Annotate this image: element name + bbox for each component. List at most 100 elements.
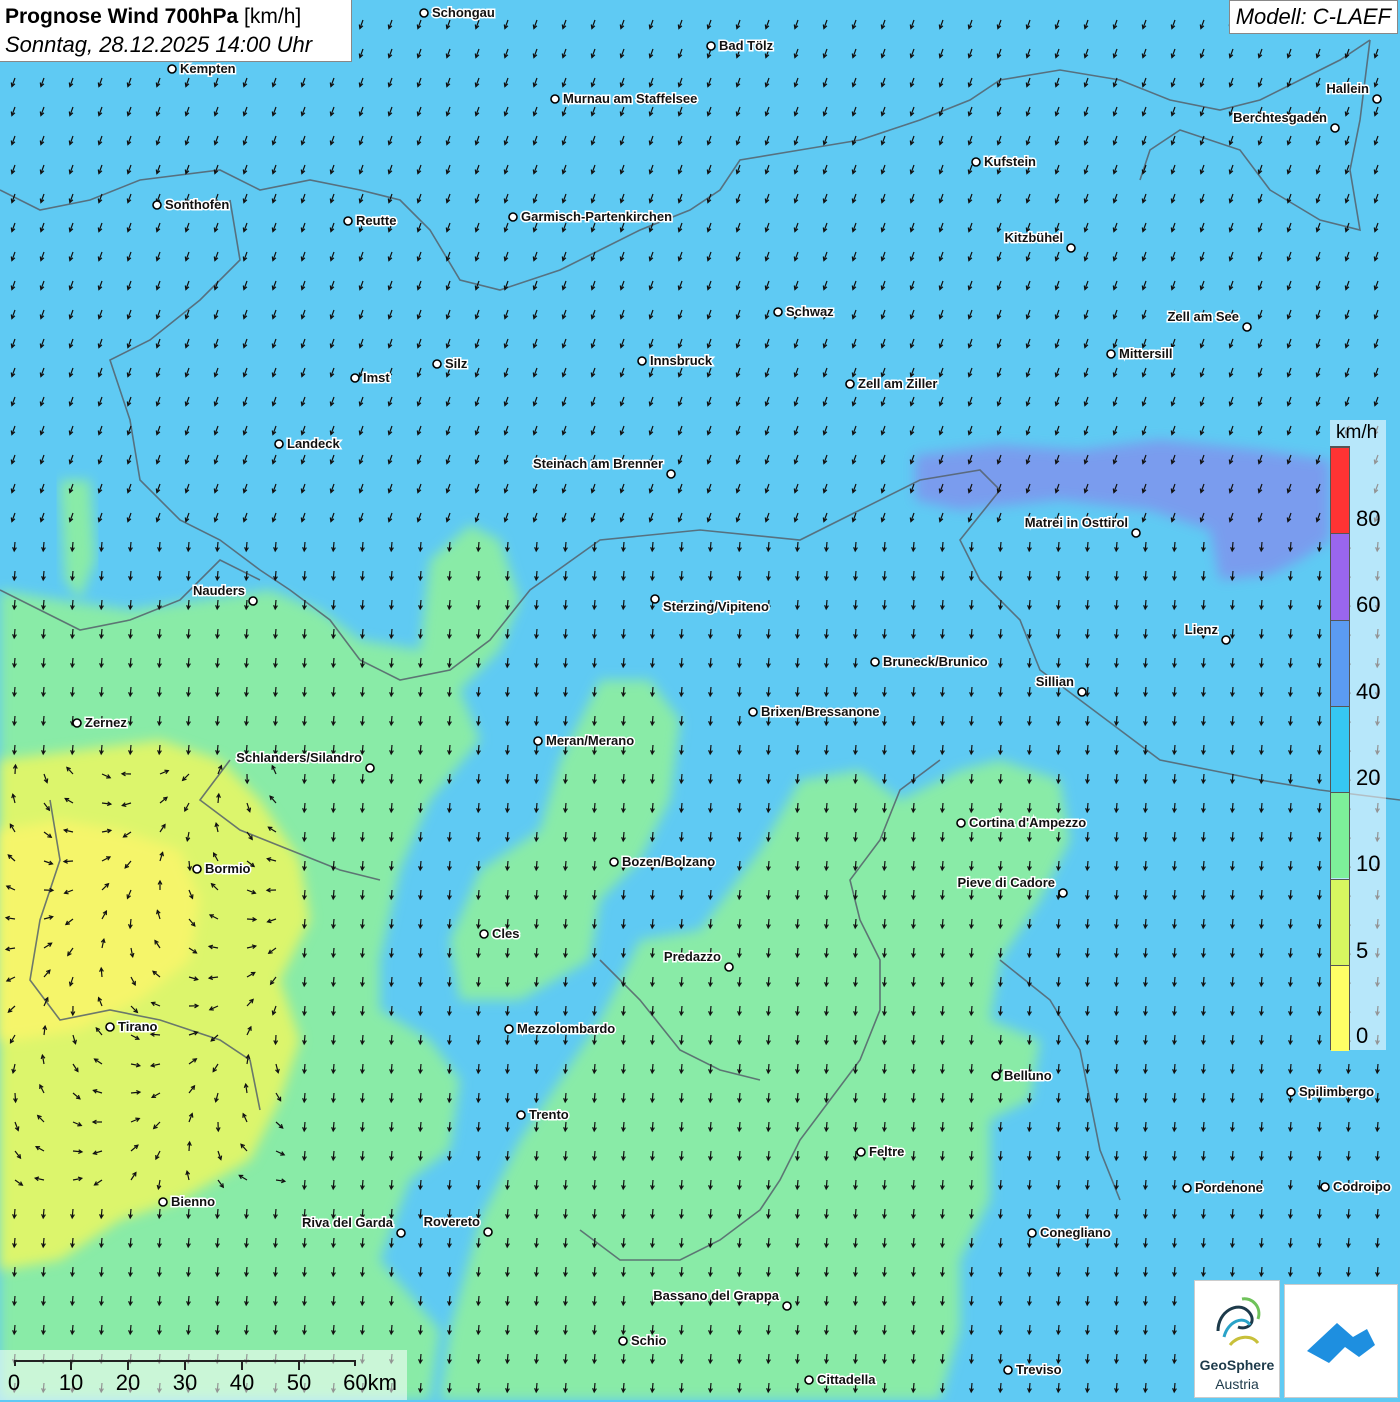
legend-segment (1331, 792, 1349, 878)
scale-label: 10 (59, 1370, 83, 1396)
city-label: Steinach am Brenner (533, 456, 663, 471)
city-label: Silz (445, 356, 468, 371)
city-dot (480, 930, 488, 938)
city-dot (420, 9, 428, 17)
city-label: Bozen/Bolzano (622, 854, 715, 869)
city-dot (749, 708, 757, 716)
city-marker: Bruneck/Brunico (871, 654, 988, 669)
city-label: Rovereto (424, 1214, 480, 1229)
title-unit: [km/h] (244, 5, 301, 28)
city-label: Schlanders/Silandro (236, 750, 362, 765)
city-dot (168, 65, 176, 73)
city-dot (651, 595, 659, 603)
city-label: Cittadella (817, 1372, 876, 1387)
city-dot (106, 1023, 114, 1031)
city-label: Landeck (287, 436, 341, 451)
city-label: Innsbruck (650, 353, 713, 368)
legend-segment (1331, 879, 1349, 965)
scale-tick (298, 1362, 300, 1370)
city-dot (1183, 1184, 1191, 1192)
city-marker: Garmisch-Partenkirchen (509, 209, 672, 224)
geosphere-logo-icon (1208, 1291, 1268, 1355)
city-marker: Zell am Ziller (846, 376, 937, 391)
city-dot (857, 1148, 865, 1156)
city-label: Bassano del Grappa (653, 1288, 779, 1303)
city-label: Zell am Ziller (858, 376, 937, 391)
city-dot (1078, 688, 1086, 696)
city-label: Bormio (205, 861, 251, 876)
city-label: Cles (492, 926, 519, 941)
legend: km/h 806040201050 (1330, 420, 1386, 1050)
city-label: Tirano (118, 1019, 158, 1034)
title-datetime: Sonntag, 28.12.2025 14:00 Uhr (5, 31, 346, 59)
legend-label: 80 (1356, 506, 1380, 532)
scale-label: 30 (173, 1370, 197, 1396)
city-dot (484, 1228, 492, 1236)
scale-label: 50 (287, 1370, 311, 1396)
legend-segment (1331, 447, 1349, 533)
city-dot (972, 158, 980, 166)
legend-label: 0 (1356, 1023, 1368, 1049)
city-label: Bienno (171, 1194, 215, 1209)
city-dot (551, 95, 559, 103)
city-marker: Mezzolombardo (505, 1021, 615, 1036)
city-label: Pordenone (1195, 1180, 1263, 1195)
city-label: Kufstein (984, 154, 1036, 169)
city-marker: Schongau (420, 5, 495, 20)
city-dot (1004, 1366, 1012, 1374)
scale-tick (184, 1362, 186, 1370)
scale-label: 40 (230, 1370, 254, 1396)
city-dot (1373, 95, 1381, 103)
city-label: Murnau am Staffelsee (563, 91, 697, 106)
city-dot (275, 440, 283, 448)
city-dot (610, 858, 618, 866)
legend-label: 60 (1356, 592, 1380, 618)
city-label: Matrei in Osttirol (1025, 515, 1128, 530)
city-dot (619, 1337, 627, 1345)
city-label: Conegliano (1040, 1225, 1111, 1240)
city-marker: Brixen/Bressanone (749, 704, 880, 719)
city-label: Reutte (356, 213, 396, 228)
city-label: Bruneck/Brunico (883, 654, 988, 669)
city-dot (725, 963, 733, 971)
scale-label: 20 (116, 1370, 140, 1396)
city-label: Garmisch-Partenkirchen (521, 209, 672, 224)
city-marker: Conegliano (1028, 1225, 1111, 1240)
city-label: Hallein (1326, 81, 1369, 96)
city-label: Predazzo (664, 949, 721, 964)
map-title: Prognose Wind 700hPa [km/h] Sonntag, 28.… (0, 0, 352, 62)
legend-segment (1331, 965, 1349, 1051)
city-dot (707, 42, 715, 50)
city-marker: Cortina d'Ampezzo (957, 815, 1086, 830)
city-label: Sillian (1036, 674, 1074, 689)
city-marker: Sonthofen (153, 197, 229, 212)
app-logo (1284, 1284, 1398, 1398)
city-dot (774, 308, 782, 316)
legend-segment (1331, 620, 1349, 706)
city-dot (1321, 1183, 1329, 1191)
city-dot (534, 737, 542, 745)
city-dot (366, 764, 374, 772)
legend-colorbar (1330, 446, 1350, 1050)
scale-tick (241, 1362, 243, 1370)
city-label: Treviso (1016, 1362, 1062, 1377)
city-label: Schio (631, 1333, 666, 1348)
city-label: Meran/Merano (546, 733, 634, 748)
city-dot (1107, 350, 1115, 358)
city-dot (1067, 244, 1075, 252)
city-dot (1028, 1229, 1036, 1237)
legend-label: 5 (1356, 938, 1368, 964)
city-marker: Pordenone (1183, 1180, 1263, 1195)
scale-bar: 0102030405060km (0, 1350, 407, 1400)
model-label: Modell: C-LAEF (1229, 0, 1398, 34)
geosphere-logo: GeoSphere Austria (1194, 1280, 1280, 1398)
legend-label: 10 (1356, 851, 1380, 877)
city-label: Kempten (180, 61, 236, 76)
city-dot (1331, 124, 1339, 132)
city-dot (159, 1198, 167, 1206)
city-label: Bad Tölz (719, 38, 774, 53)
city-dot (957, 819, 965, 827)
city-dot (1132, 529, 1140, 537)
city-dot (509, 213, 517, 221)
city-dot (1059, 889, 1067, 897)
